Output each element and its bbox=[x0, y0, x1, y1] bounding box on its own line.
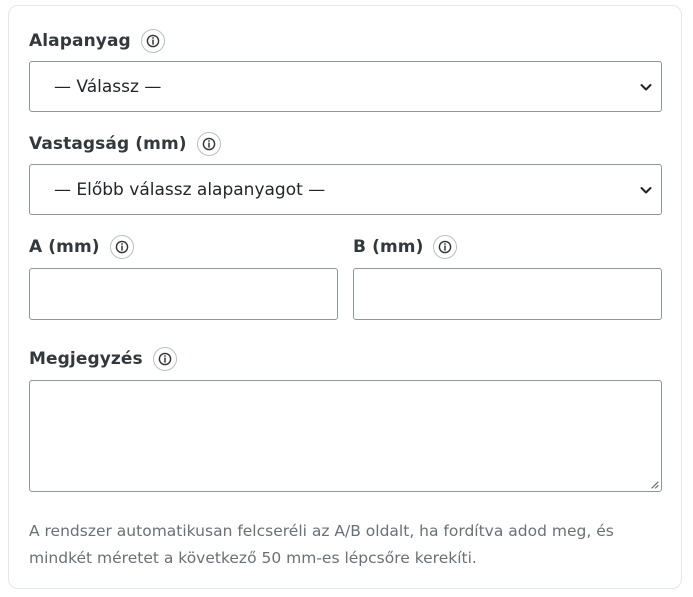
info-icon[interactable] bbox=[140, 29, 165, 53]
thickness-select-value: — Előbb válassz alapanyagot — bbox=[54, 179, 326, 200]
dim-b-label: B (mm) bbox=[353, 237, 424, 257]
dim-a-label: A (mm) bbox=[29, 237, 100, 257]
thickness-label: Vastagság (mm) bbox=[29, 134, 187, 154]
comment-textarea[interactable] bbox=[29, 380, 662, 492]
info-icon[interactable] bbox=[196, 132, 221, 156]
thickness-select[interactable]: — Előbb válassz alapanyagot — bbox=[29, 164, 662, 215]
help-text: A rendszer automatikusan felcseréli az A… bbox=[29, 522, 614, 567]
comment-label: Megjegyzés bbox=[29, 349, 143, 369]
dim-b-input[interactable] bbox=[353, 268, 662, 320]
chevron-down-icon bbox=[640, 83, 652, 90]
material-label-row: Alapanyag bbox=[29, 27, 165, 55]
info-icon[interactable] bbox=[109, 235, 134, 259]
material-select[interactable]: — Válassz — bbox=[29, 61, 662, 112]
resize-grip-icon[interactable] bbox=[649, 479, 659, 489]
dim-b-label-row: B (mm) bbox=[353, 233, 458, 261]
material-select-value: — Válassz — bbox=[54, 76, 162, 97]
info-icon[interactable] bbox=[433, 235, 458, 259]
material-label: Alapanyag bbox=[29, 31, 131, 51]
chevron-down-icon bbox=[640, 186, 652, 193]
dim-a-label-row: A (mm) bbox=[29, 233, 134, 261]
comment-label-row: Megjegyzés bbox=[29, 345, 177, 373]
thickness-label-row: Vastagság (mm) bbox=[29, 130, 221, 158]
info-icon[interactable] bbox=[152, 347, 177, 371]
dim-a-input[interactable] bbox=[29, 268, 338, 320]
